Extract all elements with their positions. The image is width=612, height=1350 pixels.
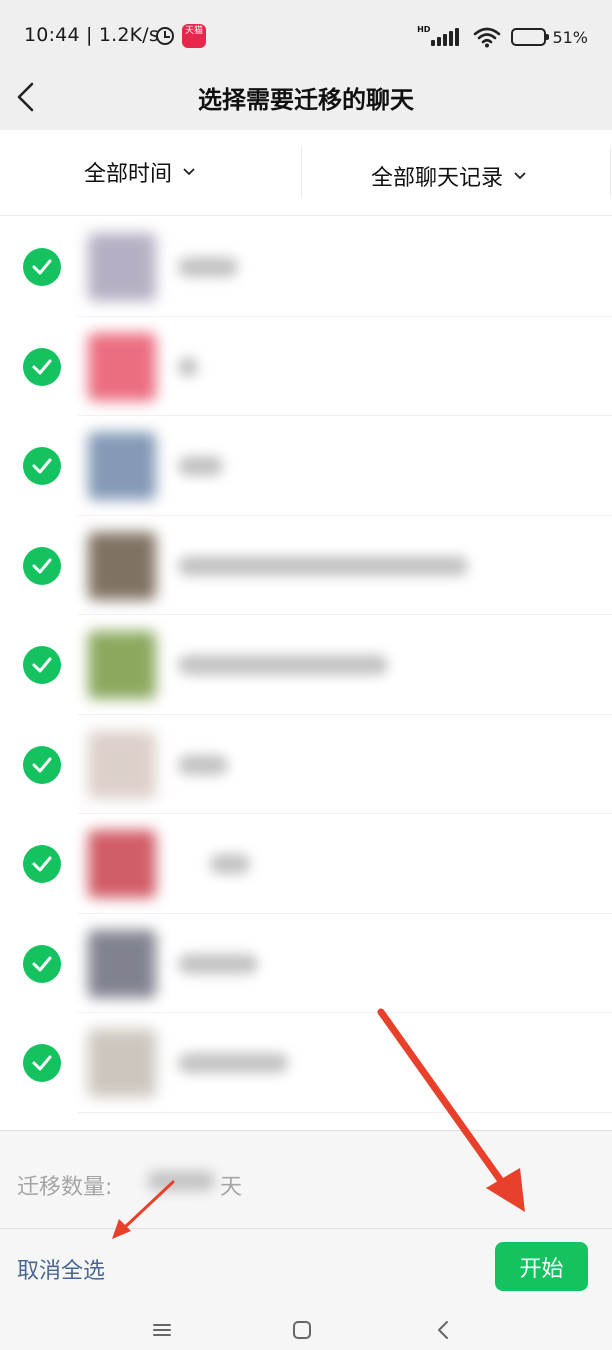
- chat-list-item[interactable]: [0, 715, 612, 815]
- checkbox-checked-icon[interactable]: [23, 646, 61, 684]
- chat-name-redacted: [178, 1053, 288, 1073]
- chat-list-item[interactable]: [0, 416, 612, 516]
- chat-name-redacted: [178, 257, 238, 277]
- chat-list-item[interactable]: [0, 317, 612, 417]
- bottom-action-bar: 迁移数量: 天 取消全选 开始: [0, 1130, 612, 1304]
- checkbox-checked-icon[interactable]: [23, 447, 61, 485]
- avatar: [88, 830, 156, 898]
- battery-icon: [511, 28, 550, 46]
- checkbox-checked-icon[interactable]: [23, 546, 61, 585]
- checkbox-checked-icon[interactable]: [23, 1044, 61, 1082]
- migration-count-label: 迁移数量:: [17, 1175, 113, 1200]
- avatar: [88, 631, 156, 699]
- chat-name-redacted: [178, 356, 198, 377]
- deselect-all-button[interactable]: 取消全选: [17, 1253, 105, 1285]
- chevron-down-icon: [514, 172, 526, 180]
- app-notification-icon: 天猫: [182, 24, 206, 48]
- time-filter-label: 全部时间: [84, 162, 173, 187]
- chat-name-redacted: [210, 854, 250, 874]
- chat-name-redacted: [178, 456, 223, 476]
- avatar: [88, 233, 156, 301]
- avatar: [88, 929, 156, 998]
- chat-name-redacted: [178, 555, 468, 576]
- chevron-down-icon: [183, 168, 195, 176]
- filter-divider: [301, 146, 302, 198]
- migration-count-value-redacted: [148, 1171, 214, 1191]
- checkbox-checked-icon[interactable]: [23, 347, 61, 386]
- migration-count-suffix: 天: [220, 1175, 243, 1200]
- chat-name-redacted: [178, 655, 388, 675]
- start-button[interactable]: 开始: [495, 1242, 588, 1291]
- home-square-icon[interactable]: [288, 1316, 316, 1344]
- status-bar: 10:44 | 1.2K/s 天猫 HD 51%: [0, 0, 612, 74]
- filter-divider: [610, 146, 611, 198]
- records-filter-dropdown[interactable]: 全部聊天记录: [371, 160, 527, 192]
- battery-percent: 51%: [552, 27, 588, 47]
- chat-list-item[interactable]: [0, 615, 612, 715]
- checkbox-checked-icon[interactable]: [23, 745, 61, 784]
- back-triangle-icon[interactable]: [430, 1316, 458, 1344]
- filter-bar: 全部时间 全部聊天记录: [0, 130, 612, 216]
- chat-list-item[interactable]: [0, 814, 612, 914]
- chat-name-redacted: [178, 754, 228, 775]
- time-filter-dropdown[interactable]: 全部时间: [84, 156, 196, 188]
- avatar: [88, 531, 156, 600]
- header-bar: 选择需要迁移的聊天: [0, 74, 612, 130]
- avatar: [88, 730, 156, 799]
- avatar: [88, 1029, 156, 1097]
- chat-list-item[interactable]: [0, 217, 612, 317]
- alarm-clock-icon: [156, 27, 174, 45]
- chat-list-item[interactable]: [0, 516, 612, 616]
- avatar: [88, 432, 156, 500]
- chat-name-redacted: [178, 953, 258, 974]
- avatar: [88, 332, 156, 401]
- menu-icon[interactable]: [148, 1316, 176, 1344]
- wifi-icon: [474, 27, 501, 48]
- status-indicators: HD 51%: [417, 24, 588, 50]
- signal-icon: [431, 28, 461, 46]
- system-nav-bar: [0, 1304, 612, 1350]
- checkbox-checked-icon[interactable]: [23, 248, 61, 286]
- checkbox-checked-icon[interactable]: [23, 845, 61, 883]
- chat-list-item[interactable]: [0, 1013, 612, 1113]
- chat-list-item[interactable]: [0, 914, 612, 1014]
- page-title: 选择需要迁移的聊天: [198, 86, 414, 114]
- chat-list: [0, 217, 612, 1130]
- status-time: 10:44 | 1.2K/s: [24, 24, 160, 46]
- migration-count-row: 迁移数量: 天: [0, 1131, 612, 1229]
- hd-badge: HD: [417, 25, 431, 34]
- checkbox-checked-icon[interactable]: [23, 944, 61, 983]
- records-filter-label: 全部聊天记录: [371, 166, 504, 191]
